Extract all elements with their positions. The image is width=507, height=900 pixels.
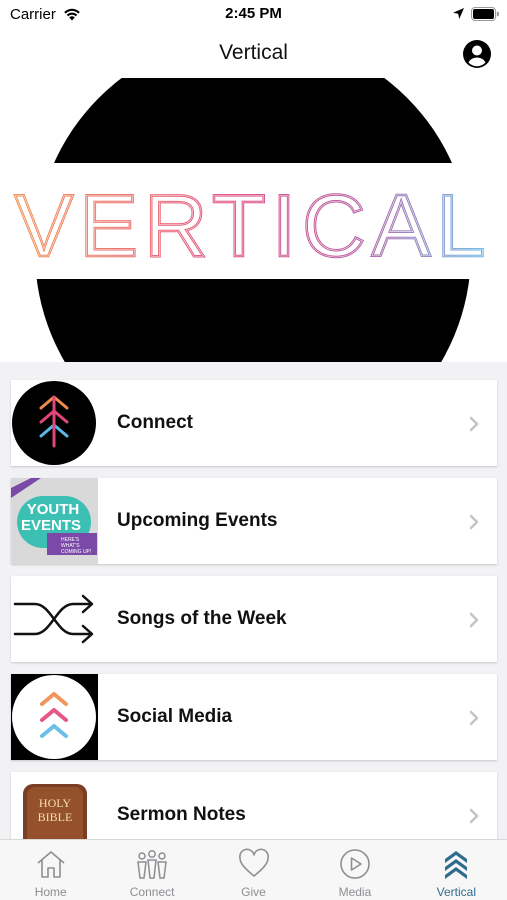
list-item-label: Social Media (117, 706, 233, 727)
list-item-upcoming-events[interactable]: YOUTH EVENTS HERE'S WHAT'S COMING UP! Up… (11, 478, 497, 564)
social-media-thumbnail (11, 674, 98, 760)
screen: Carrier 2:45 PM Vertical VERTICAL VERTIC… (0, 0, 507, 900)
chevron-right-icon (469, 612, 479, 628)
tab-vertical[interactable]: Vertical (406, 840, 507, 900)
tab-label: Vertical (436, 885, 476, 899)
tab-label: Give (241, 885, 266, 899)
tab-label: Media (338, 885, 372, 899)
tab-connect[interactable]: Connect (101, 840, 202, 900)
svg-text:BIBLE: BIBLE (38, 810, 73, 824)
people-icon (137, 850, 167, 879)
chevron-right-icon (469, 514, 479, 530)
location-arrow-icon (453, 8, 464, 19)
chevron-right-icon (469, 808, 479, 824)
home-icon (37, 851, 65, 878)
list-item-label: Upcoming Events (117, 510, 278, 531)
list-item-label: Connect (117, 412, 193, 433)
status-bar: Carrier 2:45 PM (0, 0, 507, 30)
page-title: Vertical (219, 41, 288, 64)
play-icon (340, 849, 370, 879)
list-item-connect[interactable]: Connect (11, 380, 497, 466)
shuffle-icon (11, 576, 98, 662)
svg-text:HOLY: HOLY (39, 796, 71, 810)
vertical-banner: VERTICAL VERTICAL (0, 78, 507, 362)
tab-media[interactable]: Media (304, 840, 405, 900)
battery-icon (471, 7, 499, 21)
tab-home[interactable]: Home (0, 840, 101, 900)
list-item-label: Sermon Notes (117, 804, 246, 825)
heart-icon (238, 848, 269, 877)
chevron-right-icon (469, 710, 479, 726)
list-item-songs-of-the-week[interactable]: Songs of the Week (11, 576, 497, 662)
youth-events-thumbnail: YOUTH EVENTS HERE'S WHAT'S COMING UP! (11, 478, 98, 564)
connect-thumbnail (11, 380, 98, 466)
menu-list: Connect YOUTH EVENTS HERE'S WHAT'S COMIN… (11, 380, 497, 870)
tab-label: Home (34, 885, 67, 899)
profile-button[interactable] (462, 39, 492, 69)
tab-bar: Home Connect Give Media Vertical (0, 839, 507, 900)
tab-give[interactable]: Give (203, 840, 304, 900)
svg-text:EVENTS: EVENTS (21, 517, 81, 534)
tab-label: Connect (129, 885, 175, 899)
clock: 2:45 PM (225, 5, 282, 22)
vertical-logo: VERTICAL VERTICAL (13, 78, 492, 362)
chevrons-up-icon (445, 851, 468, 879)
vertical-logo-inner-line: VERTICAL (15, 176, 492, 275)
list-item-social-media[interactable]: Social Media (11, 674, 497, 760)
svg-text:YOUTH: YOUTH (27, 501, 80, 518)
svg-text:COMING UP!: COMING UP! (61, 549, 91, 555)
navigation-bar: Vertical (0, 30, 507, 78)
chevron-right-icon (469, 416, 479, 432)
list-item-label: Songs of the Week (117, 608, 287, 629)
